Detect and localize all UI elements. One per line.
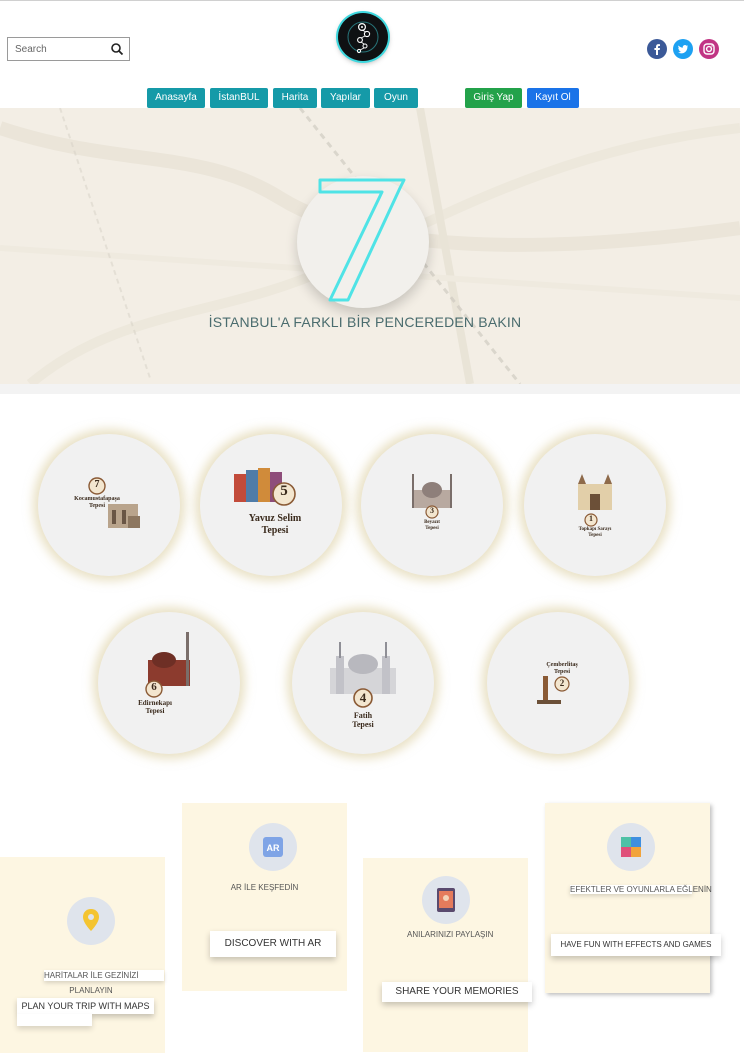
hill-name-suffix: Tepesi [261,525,289,536]
ar-icon-text: AR [267,843,280,853]
nav-anasayfa[interactable]: Anasayfa [147,88,205,108]
feature-card-games: EFEKTLER VE OYUNLARLA EĞLENİN HAVE FUN W… [545,803,721,993]
hill-kocamustafapasa[interactable]: 7 Kocamustafapaşa Tepesi [38,434,180,576]
feature-games-subtitle: EFEKTLER VE OYUNLARLA EĞLENİN [570,885,712,894]
hill-number: 5 [280,483,288,499]
hill-fatih[interactable]: 4 Fatih Tepesi [292,612,434,754]
hill-beyazit[interactable]: 3 Beyazıt Tepesi [361,434,503,576]
ar-icon: AR [249,823,297,871]
nav-istanbul[interactable]: İstanBUL [210,88,268,108]
hill-name-suffix: Tepesi [425,526,439,531]
search-icon[interactable] [108,40,126,58]
hill-name-suffix: Tepesi [352,720,374,729]
feature-maps-subtitle: HARİTALAR İLE GEZİNİZİ [44,970,164,981]
hill-cemberlitas[interactable]: 2 Çemberlitaş Tepesi [487,612,629,754]
hill-number: 3 [430,506,434,515]
hero-seven-numeral [312,168,412,313]
nav-oyun[interactable]: Oyun [374,88,418,108]
feature-memories-subtitle: ANILARINIZI PAYLAŞIN [407,930,494,939]
login-button[interactable]: Giriş Yap [465,88,522,108]
hill-beyazit-illustration [412,474,452,519]
twitter-icon[interactable] [673,39,693,59]
hill-name: Beyazıt [424,520,440,525]
hill-yavuz-selim-illustration [234,468,296,506]
plan-trip-button-shadow [17,1014,92,1026]
hill-name: Çemberlitaş [546,662,578,668]
hero-divider [0,384,740,394]
hill-number: 6 [151,681,157,693]
facebook-icon[interactable] [647,39,667,59]
feature-card-maps: HARİTALAR İLE GEZİNİZİ PLANLAYIN PLAN YO… [0,857,165,1053]
nav-harita[interactable]: Harita [273,88,317,108]
instagram-icon[interactable] [699,39,719,59]
hill-yavuz-selim[interactable]: 5 Yavuz Selim Tepesi [200,434,342,576]
hill-edirnekapi[interactable]: 6 Edirnekapı Tepesi [98,612,240,754]
feature-card-ar: AR AR İLE KEŞFEDİN DISCOVER WITH AR [182,803,347,991]
hill-topkapi-illustration [578,474,612,527]
hill-name-suffix: Tepesi [88,503,106,509]
nav-yapilar[interactable]: Yapılar [321,88,370,108]
hill-name-suffix: Tepesi [553,669,571,675]
hill-number: 7 [94,479,100,490]
search-box [7,37,130,61]
top-border [0,0,744,1]
photo-share-icon [422,876,470,924]
map-pin-icon [67,897,115,945]
discover-ar-button[interactable]: DISCOVER WITH AR [210,931,336,957]
hill-name: Yavuz Selim [248,513,302,524]
feature-card-memories: ANILARINIZI PAYLAŞIN SHARE YOUR MEMORIES [363,858,532,1052]
register-button[interactable]: Kayıt Ol [527,88,579,108]
hill-edirnekapi-illustration [145,632,190,698]
fun-games-button[interactable]: HAVE FUN WITH EFFECTS AND GAMES [551,934,721,956]
plan-trip-button[interactable]: PLAN YOUR TRIP WITH MAPS [17,998,154,1014]
hill-name-suffix: Tepesi [588,533,602,538]
hero-tagline: İSTANBUL'A FARKLI BİR PENCEREDEN BAKIN [208,314,522,330]
site-logo[interactable] [338,13,388,61]
hill-number: 2 [559,678,565,688]
hill-name: Topkapı Sarayı [578,527,612,532]
share-memories-button[interactable]: SHARE YOUR MEMORIES [382,982,532,1002]
hill-fatih-illustration [330,642,396,708]
feature-maps-subtitle-line2: PLANLAYIN [69,986,113,995]
hill-number: 1 [589,514,593,523]
puzzle-icon [607,823,655,871]
feature-ar-subtitle: AR İLE KEŞFEDİN [230,883,299,892]
hill-number: 4 [359,690,367,705]
hill-name-suffix: Tepesi [145,707,165,715]
hill-name: Kocamustafapaşa [74,496,120,502]
search-input[interactable] [8,38,111,60]
hill-topkapi[interactable]: 1 Topkapı Sarayı Tepesi [524,434,666,576]
